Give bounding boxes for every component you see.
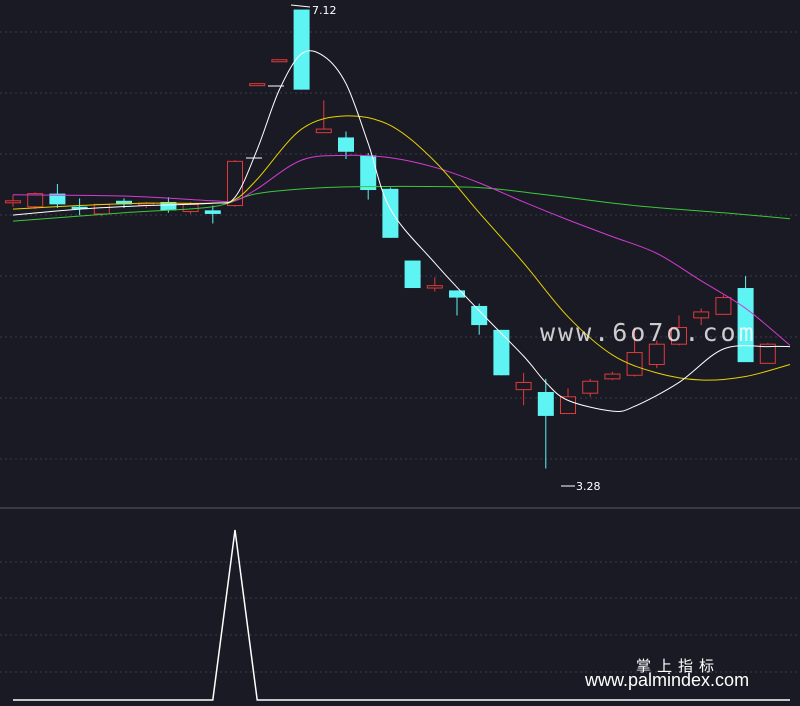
candle-body-24 <box>537 392 554 416</box>
candle-body-9 <box>204 210 221 214</box>
watermark-brand-url: www.palmindex.com <box>585 670 750 690</box>
candle-body-25 <box>560 396 576 415</box>
candle-body-15 <box>338 137 354 152</box>
candle-body-22 <box>493 329 510 376</box>
low-price-label: 3.28 <box>576 480 601 493</box>
candlestick-chart <box>0 0 800 706</box>
candle-body-12 <box>271 59 288 63</box>
candle-body-23 <box>515 381 532 391</box>
candle-body-26 <box>582 380 599 394</box>
candle-body-0 <box>5 200 21 204</box>
candle-body-4 <box>93 203 110 215</box>
candle-body-11 <box>249 83 266 87</box>
high-price-label: 7.12 <box>312 4 337 17</box>
candle-body-31 <box>693 311 710 319</box>
candle-body-32 <box>715 297 732 315</box>
candle-body-14 <box>315 128 332 134</box>
candle-body-18 <box>404 260 421 289</box>
candle-body-29 <box>648 343 665 366</box>
candle-body-20 <box>449 290 465 298</box>
candle-body-21 <box>471 305 488 326</box>
candle-body-8 <box>182 203 199 213</box>
candle-body-19 <box>426 285 443 289</box>
watermark-main: www.6o7o.com <box>540 318 757 347</box>
chart-background <box>0 0 800 706</box>
candle-body-1 <box>27 193 44 208</box>
candle-body-27 <box>604 373 621 380</box>
candle-body-13 <box>293 9 310 90</box>
